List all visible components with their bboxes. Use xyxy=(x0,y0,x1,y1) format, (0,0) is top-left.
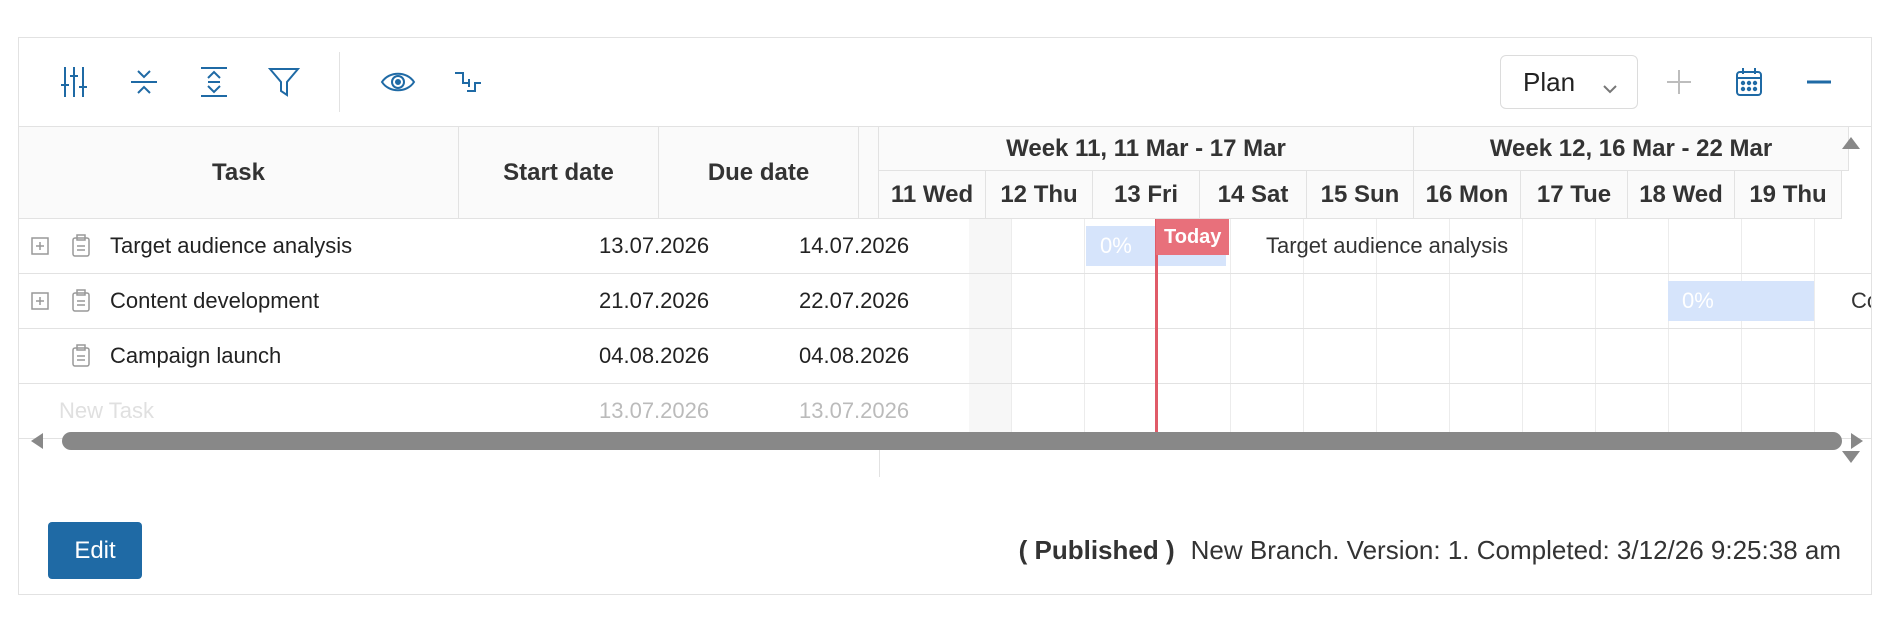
today-label: Today xyxy=(1156,219,1230,255)
day-header: 13 Fri xyxy=(1093,171,1200,219)
grid-line xyxy=(1522,219,1523,439)
view-select-value: Plan xyxy=(1523,66,1576,97)
row-divider xyxy=(969,328,1871,329)
sliders-icon[interactable] xyxy=(54,62,94,102)
column-header-task[interactable]: Task xyxy=(19,127,459,219)
horizontal-scrollbar[interactable] xyxy=(27,426,1865,456)
edit-button[interactable]: Edit xyxy=(48,522,142,579)
gantt-grid: Task Start date Due date Week 11, 11 Mar… xyxy=(19,127,1871,477)
column-header-more xyxy=(859,127,879,219)
day-header: 11 Wed xyxy=(879,171,986,219)
task-name: Content development xyxy=(110,288,320,313)
day-header: 14 Sat xyxy=(1200,171,1307,219)
eye-icon[interactable] xyxy=(378,62,418,102)
grid-line xyxy=(1011,219,1012,439)
task-start-date: 13.07.2026 xyxy=(599,233,710,258)
task-bar[interactable]: 0% xyxy=(1668,281,1814,321)
expand-row-icon[interactable] xyxy=(31,237,49,255)
task-clipboard-icon xyxy=(71,344,91,368)
toolbar: Plan xyxy=(19,38,1871,127)
grid-line xyxy=(1741,219,1742,439)
day-header: 16 Mon xyxy=(1414,171,1521,219)
task-due-date: 04.08.2026 xyxy=(799,343,910,368)
row-divider xyxy=(969,383,1871,384)
collapse-icon[interactable] xyxy=(124,62,164,102)
timeline-area: 0% Target audience analysis 0% Co xyxy=(969,219,1871,439)
grid-line xyxy=(1595,219,1596,439)
task-bar-label: Target audience analysis xyxy=(1266,233,1509,258)
scroll-right-icon[interactable] xyxy=(1847,431,1867,451)
plus-icon[interactable] xyxy=(1659,62,1699,102)
grid-line xyxy=(1814,219,1815,439)
chevron-down-icon xyxy=(1601,74,1619,105)
task-start-date: 21.07.2026 xyxy=(599,288,710,313)
week-header: Week 11, 11 Mar - 17 Mar xyxy=(879,127,1414,171)
grid-line xyxy=(1084,219,1085,439)
scroll-left-icon[interactable] xyxy=(27,431,47,451)
column-header-start[interactable]: Start date xyxy=(459,127,659,219)
task-start-date: 04.08.2026 xyxy=(599,343,710,368)
day-header: 15 Sun xyxy=(1307,171,1414,219)
calendar-icon[interactable] xyxy=(1729,62,1769,102)
task-name: Target audience analysis xyxy=(110,233,353,258)
day-header: 18 Wed xyxy=(1628,171,1735,219)
version-text: New Branch. Version: 1. Completed: 3/12/… xyxy=(1190,535,1841,565)
view-select[interactable]: Plan xyxy=(1500,55,1638,109)
task-name: Campaign launch xyxy=(110,343,282,368)
week-header: Week 12, 16 Mar - 22 Mar xyxy=(1414,127,1849,171)
dependency-icon[interactable] xyxy=(448,62,488,102)
grid-line xyxy=(1230,219,1231,439)
toolbar-separator xyxy=(339,52,340,112)
grid-line xyxy=(1668,219,1669,439)
column-header-due[interactable]: Due date xyxy=(659,127,859,219)
table-row[interactable]: Content development 21.07.2026 22.07.202… xyxy=(19,274,969,329)
version-status: ( Published ) New Branch. Version: 1. Co… xyxy=(1019,522,1841,579)
published-badge: ( Published ) xyxy=(1018,535,1175,565)
day-header: 19 Thu xyxy=(1735,171,1842,219)
table-row[interactable]: Target audience analysis 13.07.2026 14.0… xyxy=(19,219,969,274)
gantt-panel: Plan Task Start date Due date Week 11, 1… xyxy=(18,37,1872,595)
task-due-date: 14.07.2026 xyxy=(799,233,910,258)
row-divider xyxy=(969,273,1871,274)
expand-row-icon[interactable] xyxy=(31,292,49,310)
task-clipboard-icon xyxy=(71,289,91,313)
day-header: 17 Tue xyxy=(1521,171,1628,219)
weekend-shade xyxy=(969,219,1011,439)
day-header: 12 Thu xyxy=(986,171,1093,219)
expand-icon[interactable] xyxy=(194,62,234,102)
task-due-date: 22.07.2026 xyxy=(799,288,910,313)
task-clipboard-icon xyxy=(71,234,91,258)
table-row[interactable]: Campaign launch 04.08.2026 04.08.2026 xyxy=(19,329,969,384)
minus-icon[interactable] xyxy=(1799,62,1839,102)
scrollbar-thumb[interactable] xyxy=(62,432,1842,450)
scroll-up-icon[interactable] xyxy=(1839,133,1863,153)
task-bar-label: Co xyxy=(1851,288,1871,313)
filter-icon[interactable] xyxy=(264,62,304,102)
